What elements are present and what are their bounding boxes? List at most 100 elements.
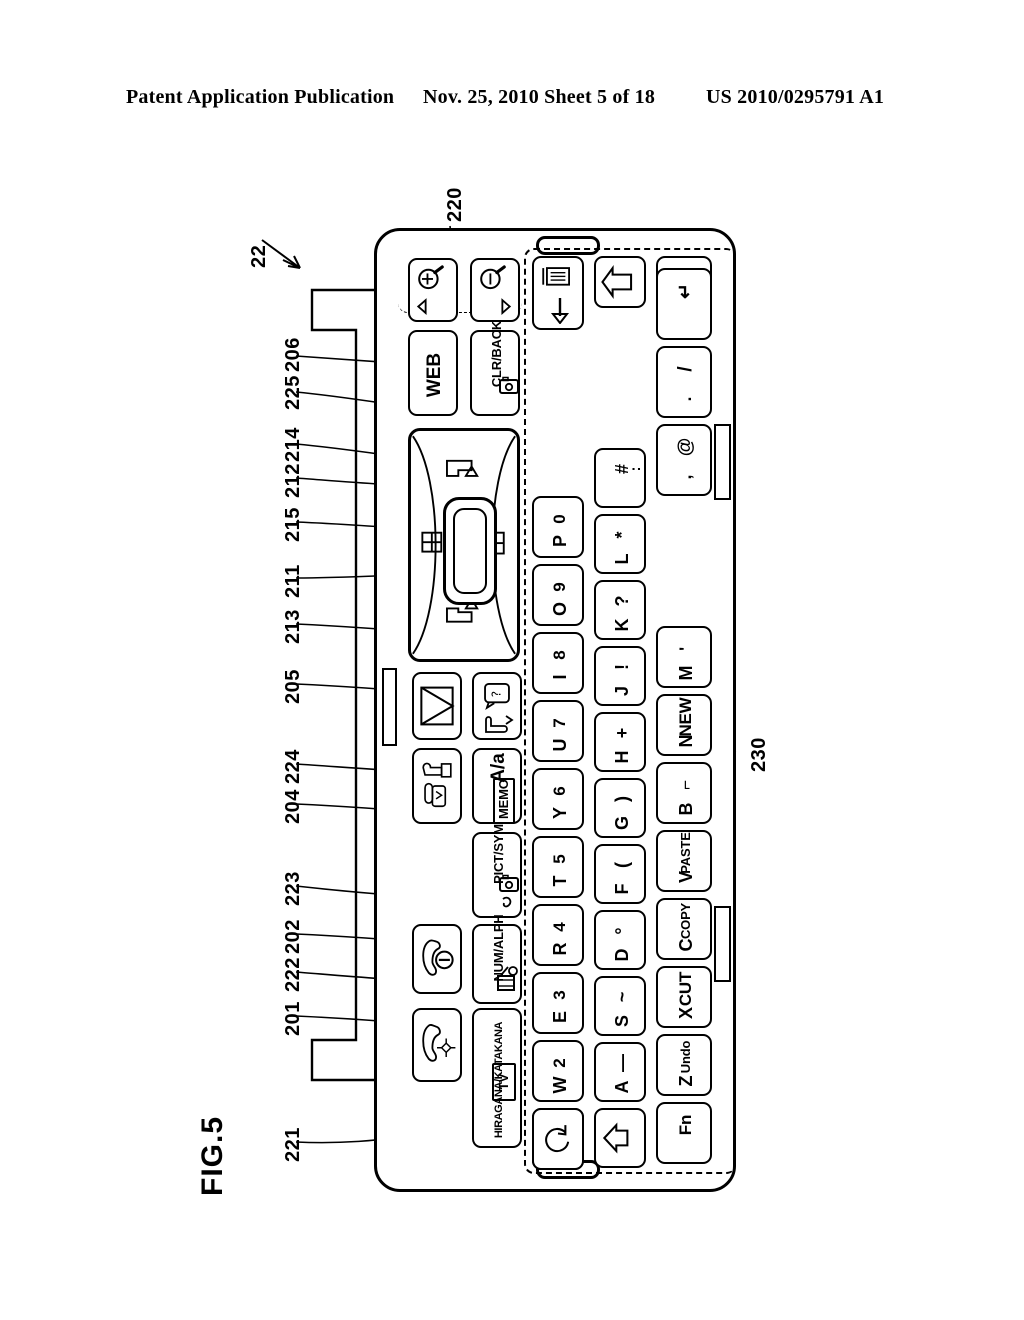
key-label: V (676, 871, 696, 884)
key-u[interactable]: 7U (532, 700, 584, 762)
key-label: X (676, 1007, 696, 1020)
key-label: S (612, 1015, 632, 1028)
ref-206: 206 (282, 337, 304, 372)
ref-214: 214 (282, 427, 304, 462)
key-fn[interactable]: Fn (656, 1102, 712, 1164)
ref-224: 224 (282, 749, 304, 784)
help-key[interactable]: ? (472, 672, 522, 740)
memo-key-sub-label: MEMO (493, 778, 515, 824)
key-label: R (550, 942, 570, 956)
key-label: H (612, 750, 632, 764)
key-label: C (676, 938, 696, 952)
key-r[interactable]: 4R (532, 904, 584, 966)
zoom-in-key[interactable] (408, 258, 458, 322)
ref-230: 230 (748, 737, 770, 772)
key-label: M (676, 665, 696, 681)
key-i[interactable]: 8I (532, 632, 584, 694)
key-v[interactable]: PASTE V (656, 830, 712, 892)
call-end-key[interactable] (412, 924, 462, 994)
refresh-key[interactable] (532, 1108, 584, 1170)
key-label: : (627, 466, 644, 472)
zoom-out-key[interactable] (470, 258, 520, 322)
smile-icon (502, 896, 512, 908)
key-label: B (676, 802, 696, 816)
key-e[interactable]: 3E (532, 972, 584, 1034)
ref-225: 225 (282, 375, 304, 410)
web-key-label: WEB (424, 352, 445, 398)
key-label: I (550, 674, 570, 680)
camera-icon (499, 376, 519, 394)
mail-key[interactable] (412, 672, 462, 740)
num-alph-key[interactable]: NUM/ALPH (472, 915, 522, 1004)
memo-key[interactable]: A/a MEMO (472, 748, 522, 824)
key-m[interactable]: ' M (656, 626, 712, 688)
key-z[interactable]: Undo Z (656, 1034, 712, 1096)
key-label: L (612, 553, 632, 565)
key-label: . (676, 396, 695, 402)
key-t[interactable]: 5T (532, 836, 584, 898)
left-arrow-thick-icon (601, 265, 633, 299)
key-s[interactable]: ~ S (594, 976, 646, 1036)
key-w[interactable]: 2W (532, 1040, 584, 1102)
tv-sub-label: TV (492, 1063, 516, 1101)
magnifier-minus-icon (480, 265, 512, 316)
key-g[interactable]: ) G (594, 778, 646, 838)
key-label: Z (676, 1075, 696, 1087)
clr-back-key[interactable]: CLR/BACK (470, 321, 520, 416)
key-[interactable]: @, (656, 424, 712, 496)
key-shift[interactable] (594, 1108, 646, 1168)
figure-label: FIG.5 (196, 1115, 229, 1196)
edge-slot (382, 668, 397, 746)
phone-end-icon (422, 939, 454, 976)
ref-205: 205 (282, 669, 304, 704)
ref-221: 221 (282, 1127, 304, 1162)
key-label: O (550, 602, 570, 617)
hiragana-katakana-key[interactable]: HIRAGANA/KATAKANA TV (472, 1008, 522, 1148)
navigation-pad[interactable] (408, 428, 520, 662)
magnifier-plus-icon (416, 265, 444, 316)
key-n[interactable]: NEW N (656, 694, 712, 756)
data-transfer-key[interactable] (412, 748, 462, 824)
web-key[interactable]: WEB (408, 330, 458, 416)
down-arrow-icon (550, 298, 570, 324)
refresh-icon (545, 1125, 570, 1153)
key-c[interactable]: COPY C (656, 898, 712, 960)
key-d[interactable]: ° D (594, 910, 646, 970)
key-[interactable]: ↵ (656, 268, 712, 340)
center-select-inner (453, 508, 487, 594)
key-p[interactable]: 0P (532, 496, 584, 558)
key-label: W (550, 1076, 570, 1094)
ref-213: 213 (282, 609, 304, 644)
key-f[interactable]: (F (594, 844, 646, 904)
key-label: J (612, 686, 632, 697)
shift-up-arrow-icon (602, 1122, 629, 1154)
key-o[interactable]: 9O (532, 564, 584, 626)
key-[interactable]: /. (656, 346, 712, 418)
key-h[interactable]: + H (594, 712, 646, 772)
svg-text:?: ? (490, 691, 504, 697)
key-j[interactable]: ! J (594, 646, 646, 706)
movie-camera-icon (497, 966, 518, 991)
hand-pointer-icon (485, 715, 514, 733)
ref-211: 211 (282, 564, 304, 598)
ref-201: 201 (282, 1001, 304, 1036)
key-a[interactable]: — A (594, 1042, 646, 1102)
key-y[interactable]: 6Y (532, 768, 584, 830)
key-label: U (550, 738, 570, 752)
center-select-button[interactable] (443, 497, 497, 605)
menu-key[interactable] (532, 256, 584, 330)
key-#[interactable]: #: (594, 448, 646, 508)
key-b[interactable]: ⌐ B (656, 762, 712, 824)
publication-title: Patent Application Publication (126, 86, 395, 108)
ref-220: 220 (444, 187, 466, 222)
publication-date-sheet: Nov. 25, 2010 Sheet 5 of 18 (423, 86, 656, 108)
call-start-key[interactable] (412, 1008, 462, 1082)
key-label: F (612, 883, 632, 895)
key-k[interactable]: ? K (594, 580, 646, 640)
key-x[interactable]: CUT X (656, 966, 712, 1028)
key-label: E (550, 1011, 570, 1024)
pict-sym-key[interactable]: PICT/SYM (472, 824, 522, 918)
phone-start-icon (422, 1023, 456, 1062)
backspace-key[interactable] (594, 256, 646, 308)
key-l[interactable]: * L (594, 514, 646, 574)
